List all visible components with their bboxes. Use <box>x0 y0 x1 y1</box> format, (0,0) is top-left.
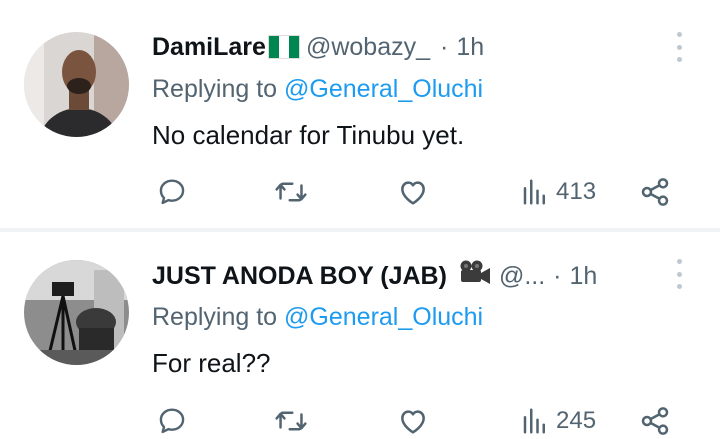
view-count: 245 <box>556 407 597 434</box>
timestamp[interactable]: 1h <box>456 32 484 62</box>
retweet-icon <box>275 411 307 431</box>
mention-link[interactable]: @General_Oluchi <box>284 303 483 331</box>
more-options-icon[interactable] <box>672 32 686 62</box>
more-options-icon[interactable] <box>672 259 686 289</box>
share-icon <box>641 178 669 206</box>
reply-icon <box>159 408 185 434</box>
replying-to: Replying to @General_Oluchi <box>152 302 483 332</box>
timestamp[interactable]: 1h <box>569 261 597 291</box>
heart-icon <box>401 181 425 205</box>
tweet-header: JUST ANODA BOY (JAB) @... · 1h <box>152 259 650 292</box>
views-button[interactable]: 245 <box>520 403 596 439</box>
like-button[interactable] <box>397 403 429 439</box>
mention-link[interactable]: @General_Oluchi <box>284 75 483 103</box>
replying-to: Replying to @General_Oluchi <box>152 74 483 104</box>
separator: · <box>553 261 562 290</box>
tweet-header: DamiLare @wobazy_ · 1h <box>152 32 650 62</box>
video-camera-icon <box>457 259 491 292</box>
display-name[interactable]: JUST ANODA BOY (JAB) <box>152 261 447 291</box>
action-bar: 413 <box>0 174 720 210</box>
retweet-button[interactable] <box>274 174 308 210</box>
tweet[interactable]: JUST ANODA BOY (JAB) @... · 1h Replying … <box>0 232 720 439</box>
handle[interactable]: @... <box>499 261 545 291</box>
nigeria-flag-icon <box>267 35 300 59</box>
replying-prefix: Replying to <box>152 75 278 103</box>
display-name[interactable]: DamiLare <box>152 32 266 62</box>
avatar[interactable] <box>24 32 129 137</box>
share-button[interactable] <box>639 174 671 210</box>
tweet-text: For real?? <box>152 348 271 378</box>
reply-button[interactable] <box>156 403 188 439</box>
separator: · <box>440 33 449 61</box>
views-chart-icon <box>523 179 545 205</box>
reply-button[interactable] <box>156 174 188 210</box>
tweet-text: No calendar for Tinubu yet. <box>152 120 465 150</box>
tweet[interactable]: DamiLare @wobazy_ · 1h Replying to @Gene… <box>0 0 720 228</box>
replying-prefix: Replying to <box>152 303 278 331</box>
retweet-icon <box>275 182 307 202</box>
avatar[interactable] <box>24 260 129 365</box>
heart-icon <box>401 410 425 434</box>
share-button[interactable] <box>639 403 671 439</box>
handle[interactable]: @wobazy_ <box>306 32 430 62</box>
share-icon <box>641 407 669 435</box>
action-bar: 245 <box>0 403 720 439</box>
retweet-button[interactable] <box>274 403 308 439</box>
like-button[interactable] <box>397 174 429 210</box>
views-button[interactable]: 413 <box>520 174 596 210</box>
reply-icon <box>159 179 185 205</box>
views-chart-icon <box>523 408 545 434</box>
view-count: 413 <box>556 178 597 205</box>
